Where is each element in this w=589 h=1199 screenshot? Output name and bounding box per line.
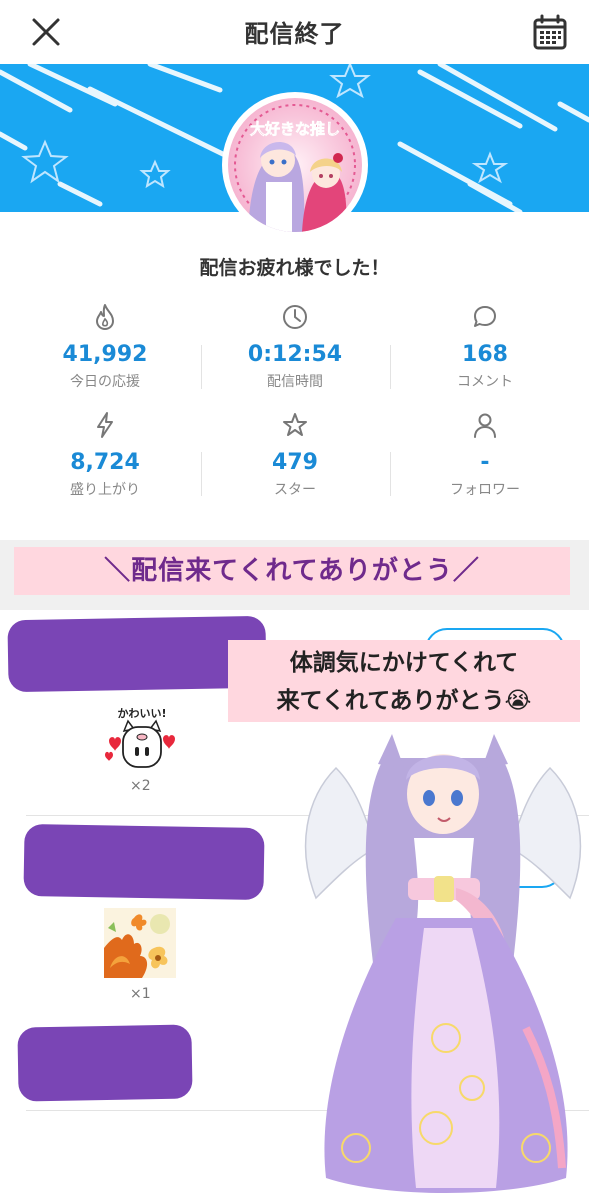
stat-label: 今日の応援 <box>70 374 140 390</box>
gift-count: ×1 <box>130 986 151 1002</box>
kawaii-cat-gift-icon: かわいい! <box>105 707 175 768</box>
avatar-text: 大好きな推し <box>250 120 340 138</box>
stat-value: 479 <box>272 450 318 475</box>
stat-label: フォロワー <box>450 482 520 498</box>
note-line: 来てくれてありがとう😭 <box>276 688 532 714</box>
avatar: 大好きな推し <box>222 92 368 238</box>
top-bar: 配信終了 <box>0 0 589 64</box>
calendar-icon[interactable] <box>530 12 570 52</box>
note-line: 体調気にかけてくれて <box>289 650 519 676</box>
thanks-note: 体調気にかけてくれて 来てくれてありがとう😭 <box>228 640 580 722</box>
gift-count: ×2 <box>130 778 151 794</box>
star-icon <box>283 413 307 436</box>
stat-value: 168 <box>462 342 508 367</box>
character-illustration <box>304 734 582 1193</box>
page-title: 配信終了 <box>244 20 345 48</box>
stream-end-message: 配信お疲れ様でした！ <box>199 257 390 279</box>
stat-cheers: 41,992 今日の応援 <box>7 302 203 391</box>
avatar-image: 大好きな推し <box>228 98 362 232</box>
gift-label: かわいい! <box>117 707 166 720</box>
stat-label: 盛り上がり <box>70 482 140 498</box>
stat-excitement: 8,724 盛り上がり <box>7 410 203 499</box>
flame-icon <box>96 304 114 330</box>
comment-icon <box>474 306 496 327</box>
stat-label: コメント <box>457 374 513 390</box>
stat-value: 8,724 <box>70 450 140 475</box>
thanks-caption: ＼配信来てくれてありがとう／ <box>14 547 570 595</box>
stat-stream-time: 0:12:54 配信時間 <box>197 302 393 391</box>
stat-value: - <box>480 450 490 475</box>
stat-label: スター <box>274 482 316 498</box>
stat-label: 配信時間 <box>267 374 323 390</box>
person-icon <box>474 413 496 438</box>
redacted-username <box>23 823 265 901</box>
stat-value: 41,992 <box>62 342 148 367</box>
stat-stars: 479 スター <box>197 410 393 499</box>
flower-gift-icon <box>104 908 176 978</box>
redacted-username <box>17 1024 193 1102</box>
stat-comments: 168 コメント <box>387 302 583 391</box>
lightning-icon <box>97 412 113 438</box>
stat-value: 0:12:54 <box>247 342 343 367</box>
stat-followers: - フォロワー <box>387 410 583 499</box>
clock-icon <box>283 305 307 329</box>
